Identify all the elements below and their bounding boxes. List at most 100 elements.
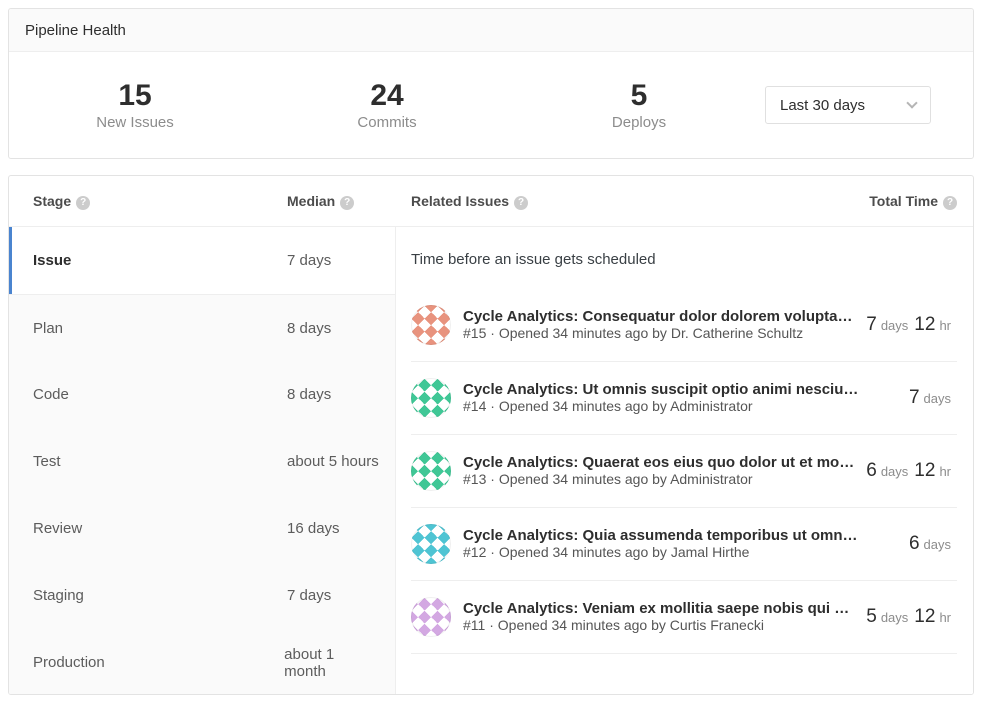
issue-total-time: 7days12hr [866, 314, 957, 336]
table-header: Stage? Median? Related Issues? Total Tim… [9, 176, 973, 227]
issue-list-item: Cycle Analytics: Ut omnis suscipit optio… [411, 362, 957, 435]
issue-list-item: Cycle Analytics: Veniam ex mollitia saep… [411, 581, 957, 654]
stage-name: Plan [33, 320, 287, 337]
stat-deploys: 5 Deploys [513, 79, 765, 131]
issue-author-link[interactable]: Jamal Hirthe [671, 544, 750, 560]
stage-name: Production [33, 654, 284, 671]
stage-description: Time before an issue gets scheduled [396, 227, 973, 289]
issue-opened-text: Opened 34 minutes ago by [499, 398, 667, 414]
issue-title-link[interactable]: Cycle Analytics: Ut omnis suscipit optio… [463, 381, 897, 398]
stats-row: 15 New Issues 24 Commits 5 Deploys Last … [9, 52, 973, 158]
stage-row-test[interactable]: Test about 5 hours [9, 428, 395, 495]
meta-separator: · [490, 471, 495, 487]
stat-value: 5 [513, 79, 765, 112]
stage-median: about 5 hours [287, 453, 379, 470]
pipeline-health-panel: Pipeline Health 15 New Issues 24 Commits… [8, 8, 974, 159]
issue-author-link[interactable]: Dr. Catherine Schultz [671, 325, 803, 341]
stat-label: New Issues [9, 114, 261, 131]
issue-meta: #13 · Opened 34 minutes ago by Administr… [463, 471, 753, 487]
issue-author-link[interactable]: Curtis Franecki [670, 617, 764, 633]
stage-row-code[interactable]: Code 8 days [9, 361, 395, 428]
stat-commits: 24 Commits [261, 79, 513, 131]
table-header-left: Stage? Median? [9, 193, 396, 210]
issue-body: Cycle Analytics: Quia assumenda temporib… [463, 527, 897, 562]
help-icon[interactable]: ? [943, 196, 957, 210]
stage-median: about 1 month [284, 646, 379, 680]
stage-row-plan[interactable]: Plan 8 days [9, 294, 395, 361]
issue-author-link[interactable]: Administrator [670, 471, 752, 487]
date-range-dropdown[interactable]: Last 30 days [765, 86, 931, 124]
stage-median: 7 days [287, 252, 331, 269]
issue-opened-text: Opened 34 minutes ago by [499, 325, 667, 341]
issue-list-item: Cycle Analytics: Consequatur dolor dolor… [411, 289, 957, 362]
stage-name: Review [33, 520, 287, 537]
issue-list-item: Cycle Analytics: Quia assumenda temporib… [411, 508, 957, 581]
stage-column: Issue 7 days Plan 8 days Code 8 days Tes… [9, 227, 396, 694]
help-icon[interactable]: ? [76, 196, 90, 210]
stage-name: Test [33, 453, 287, 470]
issue-meta: #14 · Opened 34 minutes ago by Administr… [463, 398, 753, 414]
issue-body: Cycle Analytics: Quaerat eos eius quo do… [463, 454, 854, 489]
table-header-right: Related Issues? Total Time? [396, 193, 973, 210]
help-icon[interactable]: ? [514, 196, 528, 210]
stage-median: 16 days [287, 520, 340, 537]
meta-separator: · [490, 325, 495, 341]
issue-body: Cycle Analytics: Veniam ex mollitia saep… [463, 600, 854, 635]
issue-ref-link[interactable]: #11 [463, 617, 485, 633]
date-range-selected: Last 30 days [780, 97, 865, 114]
issue-list-item: Cycle Analytics: Quaerat eos eius quo do… [411, 435, 957, 508]
issue-title-link[interactable]: Cycle Analytics: Quia assumenda temporib… [463, 527, 897, 544]
issue-total-time: 6days12hr [866, 460, 957, 482]
issue-opened-text: Opened 34 minutes ago by [498, 617, 666, 633]
issue-meta: #15 · Opened 34 minutes ago by Dr. Cathe… [463, 325, 803, 341]
avatar [411, 305, 451, 345]
meta-separator: · [490, 544, 495, 560]
stat-new-issues: 15 New Issues [9, 79, 261, 131]
column-header-median: Median? [287, 193, 354, 210]
issue-total-time: 6days [909, 533, 957, 555]
stage-median: 8 days [287, 386, 331, 403]
issue-title-link[interactable]: Cycle Analytics: Veniam ex mollitia saep… [463, 600, 854, 617]
avatar [411, 597, 451, 637]
help-icon[interactable]: ? [340, 196, 354, 210]
meta-separator: · [489, 617, 494, 633]
issue-opened-text: Opened 34 minutes ago by [499, 471, 667, 487]
stage-median: 7 days [287, 587, 331, 604]
stage-name: Issue [33, 252, 287, 269]
related-issues-column: Time before an issue gets scheduled Cycl… [396, 227, 973, 694]
issue-author-link[interactable]: Administrator [670, 398, 752, 414]
stage-row-production[interactable]: Production about 1 month [9, 629, 395, 695]
issue-body: Cycle Analytics: Ut omnis suscipit optio… [463, 381, 897, 416]
stage-row-staging[interactable]: Staging 7 days [9, 562, 395, 629]
issue-meta: #11 · Opened 34 minutes ago by Curtis Fr… [463, 617, 764, 633]
column-header-stage: Stage? [33, 193, 287, 210]
table-content: Issue 7 days Plan 8 days Code 8 days Tes… [9, 227, 973, 694]
stage-row-issue[interactable]: Issue 7 days [9, 227, 395, 294]
issue-ref-link[interactable]: #13 [463, 471, 486, 487]
issue-ref-link[interactable]: #14 [463, 398, 486, 414]
stage-name: Staging [33, 587, 287, 604]
column-header-related-issues: Related Issues? [411, 193, 528, 210]
stat-value: 15 [9, 79, 261, 112]
stage-median: 8 days [287, 320, 331, 337]
panel-title: Pipeline Health [9, 9, 973, 52]
issue-meta: #12 · Opened 34 minutes ago by Jamal Hir… [463, 544, 749, 560]
cycle-analytics-panel: Stage? Median? Related Issues? Total Tim… [8, 175, 974, 695]
issue-title-link[interactable]: Cycle Analytics: Quaerat eos eius quo do… [463, 454, 854, 471]
issue-total-time: 7days [909, 387, 957, 409]
issue-ref-link[interactable]: #12 [463, 544, 486, 560]
avatar [411, 451, 451, 491]
meta-separator: · [490, 398, 495, 414]
stage-row-review[interactable]: Review 16 days [9, 495, 395, 562]
page: Pipeline Health 15 New Issues 24 Commits… [0, 0, 982, 703]
avatar [411, 524, 451, 564]
issue-ref-link[interactable]: #15 [463, 325, 486, 341]
stat-value: 24 [261, 79, 513, 112]
issue-total-time: 5days12hr [866, 606, 957, 628]
stat-label: Deploys [513, 114, 765, 131]
stat-label: Commits [261, 114, 513, 131]
avatar [411, 378, 451, 418]
issue-title-link[interactable]: Cycle Analytics: Consequatur dolor dolor… [463, 308, 854, 325]
issue-opened-text: Opened 34 minutes ago by [499, 544, 667, 560]
stage-name: Code [33, 386, 287, 403]
